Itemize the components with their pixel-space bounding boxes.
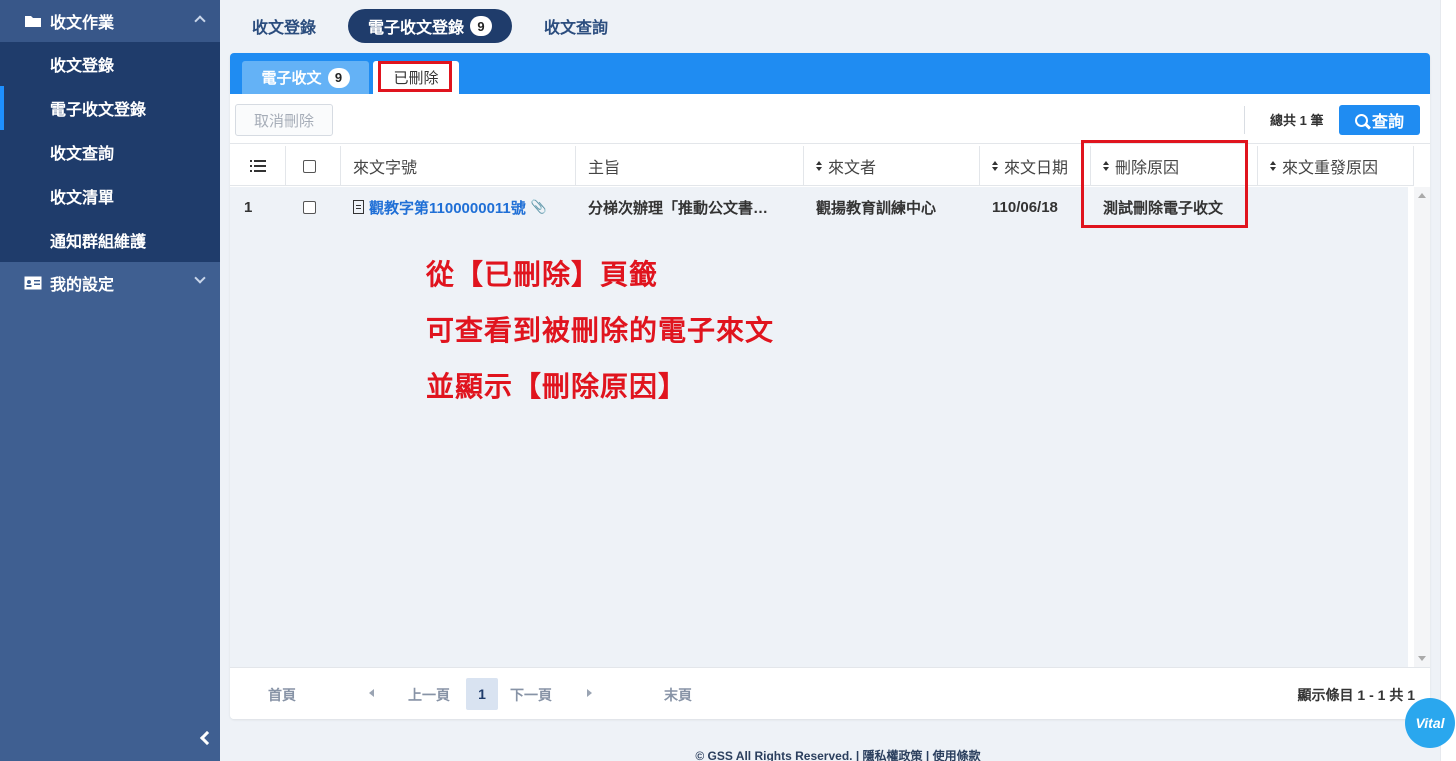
list-settings-icon <box>250 159 266 173</box>
column-subject[interactable]: 主旨 <box>576 146 804 186</box>
column-label: 來文日期 <box>1004 160 1069 177</box>
chevron-up-icon <box>194 15 206 27</box>
footer-separator: | <box>925 749 930 761</box>
table-body: 1 觀教字第1100000011號 📎 分梯次辦理「推動公文書… 觀揚教育訓練中… <box>230 187 1408 667</box>
sender-cell: 觀揚教育訓練中心 <box>816 199 937 217</box>
select-all-checkbox[interactable] <box>303 159 316 173</box>
toolbar: 取消刪除 總共 1 筆 查詢 <box>230 94 1430 144</box>
tab-label: 電子收文 <box>261 70 322 87</box>
tab-e-receive[interactable]: 電子收文 9 <box>242 61 369 94</box>
doc-no-link[interactable]: 觀教字第1100000011號 <box>369 197 526 218</box>
document-icon <box>353 200 364 214</box>
sidebar-item-label: 收文登錄 <box>50 58 115 75</box>
top-tabs: 收文登錄 電子收文登錄 9 收文查詢 <box>232 8 628 44</box>
footer: © GSS All Rights Reserved. | 隱私權政策 | 使用條… <box>220 747 1456 761</box>
column-settings[interactable] <box>230 146 286 186</box>
count-badge: 9 <box>327 67 350 88</box>
date-cell: 110/06/18 <box>992 198 1058 216</box>
sidebar-group-settings[interactable]: 我的設定 <box>0 262 220 304</box>
sidebar-item-receive-query[interactable]: 收文查詢 <box>0 130 220 174</box>
divider <box>1244 106 1245 134</box>
paperclip-icon[interactable]: 📎 <box>531 199 547 215</box>
sidebar-item-receive-list[interactable]: 收文清單 <box>0 174 220 218</box>
row-index: 1 <box>244 198 253 216</box>
sidebar-item-label: 通知群組維護 <box>50 234 147 251</box>
next-page-button[interactable]: 下一頁 <box>510 685 552 705</box>
id-card-icon <box>24 276 42 290</box>
next-arrow-icon[interactable] <box>587 689 592 697</box>
current-page[interactable]: 1 <box>466 678 498 710</box>
row-checkbox-cell <box>286 187 341 227</box>
prev-page-button[interactable]: 上一頁 <box>408 685 450 705</box>
highlight-box <box>378 61 452 92</box>
panel-tabs: 電子收文 9 已刪除 <box>230 53 1430 94</box>
sort-icon <box>816 160 823 172</box>
vital-assistant-button[interactable]: Vital <box>1405 698 1455 748</box>
doc-no-cell: 觀教字第1100000011號 📎 <box>341 187 576 227</box>
annotation-text: 從【已刪除】頁籤 可查看到被刪除的電子來文 並顯示【刪除原因】 <box>426 247 774 415</box>
row-checkbox[interactable] <box>303 200 316 214</box>
privacy-link[interactable]: 隱私權政策 <box>863 749 923 761</box>
terms-link[interactable]: 使用條款 <box>933 749 981 761</box>
vertical-scrollbar[interactable] <box>1414 187 1430 667</box>
sidebar-item-label: 收文清單 <box>50 190 115 207</box>
collapse-sidebar-icon[interactable] <box>199 730 215 746</box>
sidebar-group-label: 我的設定 <box>50 277 115 294</box>
highlight-box <box>1081 140 1248 228</box>
query-button[interactable]: 查詢 <box>1339 105 1420 135</box>
page-edge <box>1440 0 1456 761</box>
sidebar-item-receive-register[interactable]: 收文登錄 <box>0 42 220 86</box>
column-date[interactable]: 來文日期 <box>980 146 1091 186</box>
column-label: 來文字號 <box>353 160 418 177</box>
folder-icon <box>24 14 42 28</box>
copyright-text: © GSS All Rights Reserved. <box>695 749 853 761</box>
column-sender[interactable]: 來文者 <box>804 146 980 186</box>
total-count: 總共 1 筆 <box>1270 113 1324 128</box>
sidebar-item-label: 電子收文登錄 <box>50 102 147 119</box>
sidebar-submenu: 收文登錄 電子收文登錄 收文查詢 收文清單 通知群組維護 <box>0 42 220 262</box>
main-panel: 電子收文 9 已刪除 取消刪除 總共 1 筆 查詢 來文字號 主旨 來文者 來文… <box>230 53 1430 719</box>
sidebar-group-receive[interactable]: 收文作業 <box>0 0 220 42</box>
sidebar: 收文作業 收文登錄 電子收文登錄 收文查詢 收文清單 通知群組維護 我的設定 <box>0 0 220 761</box>
query-button-label: 查詢 <box>1371 114 1404 131</box>
pagination-info: 顯示條目 1 - 1 共 1 <box>1297 687 1415 703</box>
resend-reason-cell <box>1258 187 1408 227</box>
tab-receive-register[interactable]: 收文登錄 <box>232 9 336 43</box>
prev-arrow-icon[interactable] <box>369 689 374 697</box>
last-page-button[interactable]: 末頁 <box>664 685 692 705</box>
select-all-checkbox-cell <box>286 146 341 186</box>
column-label: 來文者 <box>828 160 877 177</box>
scroll-down-icon[interactable] <box>1418 656 1426 661</box>
tab-receive-query[interactable]: 收文查詢 <box>524 9 628 43</box>
column-doc-no[interactable]: 來文字號 <box>341 146 576 186</box>
tab-label: 電子收文登錄 <box>368 20 465 37</box>
footer-separator: | <box>855 749 860 761</box>
sidebar-item-e-receive-register[interactable]: 電子收文登錄 <box>0 86 220 130</box>
tab-e-receive-register[interactable]: 電子收文登錄 9 <box>348 9 513 43</box>
first-page-button[interactable]: 首頁 <box>268 685 296 705</box>
tab-label: 收文登錄 <box>252 20 317 37</box>
sidebar-item-notify-group[interactable]: 通知群組維護 <box>0 218 220 262</box>
sort-icon <box>1270 160 1277 172</box>
sidebar-group-label: 收文作業 <box>50 15 115 32</box>
scroll-up-icon[interactable] <box>1418 193 1426 198</box>
tab-label: 收文查詢 <box>544 20 609 37</box>
pagination: 首頁 上一頁 1 下一頁 末頁 顯示條目 1 - 1 共 1 <box>230 667 1430 719</box>
search-icon <box>1354 113 1368 127</box>
sort-icon <box>992 160 999 172</box>
annotation-line: 並顯示【刪除原因】 <box>426 371 688 402</box>
annotation-line: 可查看到被刪除的電子來文 <box>426 315 775 346</box>
annotation-line: 從【已刪除】頁籤 <box>426 259 659 290</box>
column-label: 來文重發原因 <box>1282 160 1379 177</box>
subject-cell: 分梯次辦理「推動公文書… <box>588 199 769 217</box>
count-badge: 9 <box>470 16 493 36</box>
sidebar-item-label: 收文查詢 <box>50 146 115 163</box>
chevron-down-icon <box>194 272 206 284</box>
cancel-delete-button[interactable]: 取消刪除 <box>235 104 333 136</box>
column-label: 主旨 <box>588 160 621 177</box>
column-resend-reason[interactable]: 來文重發原因 <box>1258 146 1414 186</box>
